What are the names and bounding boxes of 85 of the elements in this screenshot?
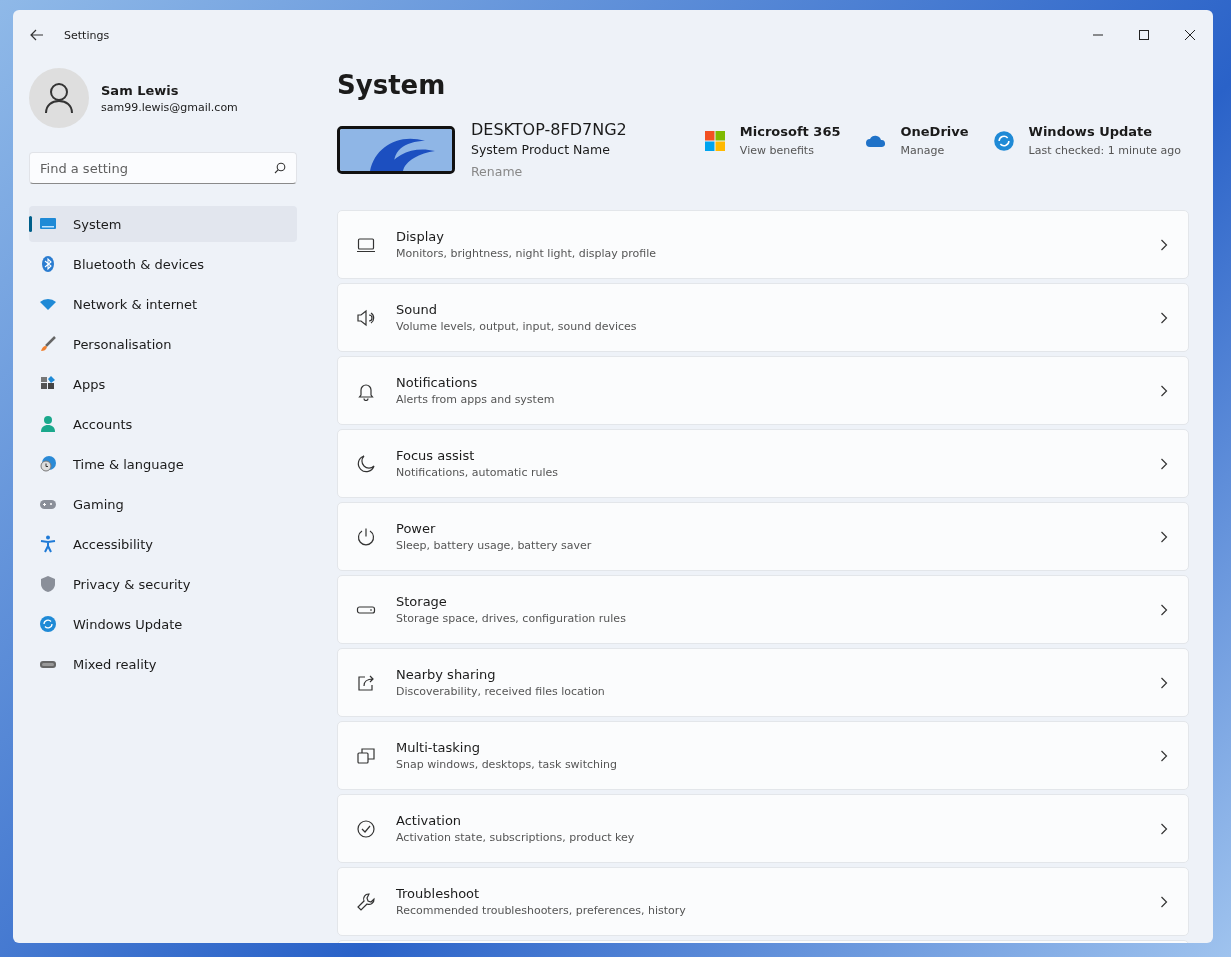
sidebar-item[interactable]: Windows Update	[29, 606, 297, 642]
chevron-right-icon	[1160, 238, 1168, 251]
chevron-right-icon	[1160, 384, 1168, 397]
setting-description: Notifications, automatic rules	[396, 466, 559, 479]
globe-clock-icon	[39, 455, 57, 473]
four-squares-icon	[703, 129, 726, 152]
chevron-right-icon	[1160, 530, 1168, 543]
sidebar-item[interactable]: Apps	[29, 366, 297, 402]
shield-icon	[39, 575, 57, 593]
setting-title: Power	[396, 521, 437, 536]
moon-icon	[356, 453, 376, 474]
close-icon[interactable]	[1184, 29, 1196, 41]
quick-link-title[interactable]: Windows Update	[1028, 124, 1181, 139]
maximize-icon[interactable]	[1138, 29, 1150, 41]
sidebar-item[interactable]: Gaming	[29, 486, 297, 522]
setting-title: Nearby sharing	[396, 667, 497, 682]
settings-card[interactable]: Storage Storage space, drives, configuration rules	[337, 575, 1189, 644]
setting-description: Sleep, battery usage, battery saver	[396, 539, 593, 552]
user-email: sam99.lewis@gmail.com	[101, 100, 238, 114]
settings-card[interactable]: Activation Activation state, subscriptions, product key	[337, 794, 1189, 863]
refresh-icon	[992, 129, 1015, 152]
sidebar-item[interactable]: Mixed reality	[29, 646, 297, 682]
brush-icon	[39, 335, 57, 353]
setting-description: Volume levels, output, input, sound devices	[396, 320, 638, 333]
sidebar-item[interactable]: Bluetooth & devices	[29, 246, 297, 282]
device-model: System Product Name	[471, 142, 611, 157]
sidebar-item[interactable]: Accounts	[29, 406, 297, 442]
chevron-right-icon	[1160, 895, 1168, 908]
chevron-right-icon	[1160, 749, 1168, 762]
sidebar-item[interactable]: Privacy & security	[29, 566, 297, 602]
quick-link-subtitle: Manage	[900, 144, 946, 157]
window-title: Settings	[64, 28, 110, 42]
settings-card[interactable]: Troubleshoot Recommended troubleshooters, preferences, history	[337, 867, 1189, 936]
setting-title: Multi-tasking	[396, 740, 481, 755]
setting-description: Discoverability, received files location	[396, 685, 606, 698]
search-field[interactable]: Find a setting	[29, 152, 297, 184]
search-icon	[274, 162, 286, 174]
sidebar-item[interactable]: Personalisation	[29, 326, 297, 362]
setting-title: Display	[396, 229, 445, 244]
cloud-icon	[864, 133, 887, 148]
back-arrow-icon[interactable]	[30, 29, 44, 41]
setting-title: Activation	[396, 813, 463, 828]
accessibility-icon	[39, 535, 57, 553]
sidebar-item[interactable]: System	[29, 206, 297, 242]
setting-description: Activation state, subscriptions, product key	[396, 831, 636, 844]
page-title: System	[337, 70, 447, 100]
sidebar-item[interactable]: Accessibility	[29, 526, 297, 562]
settings-card[interactable]: Focus assist Notifications, automatic rules	[337, 429, 1189, 498]
setting-description: Snap windows, desktops, task switching	[396, 758, 618, 771]
settings-card[interactable]: Display Monitors, brightness, night light, display profile	[337, 210, 1189, 279]
chevron-right-icon	[1160, 822, 1168, 835]
quick-link-subtitle: View benefits	[739, 144, 815, 157]
chevron-right-icon	[1160, 603, 1168, 616]
checkmark-icon	[356, 818, 376, 839]
chevron-right-icon	[1160, 457, 1168, 470]
sidebar-item[interactable]: Network & internet	[29, 286, 297, 322]
setting-title: Storage	[396, 594, 448, 609]
sidebar-item[interactable]: Time & language	[29, 446, 297, 482]
refresh-icon	[39, 615, 57, 633]
device-name: DESKTOP-8FD7NG2	[471, 120, 627, 139]
setting-title: Notifications	[396, 375, 479, 390]
settings-card[interactable]: Notifications Alerts from apps and system	[337, 356, 1189, 425]
user-name: Sam Lewis	[101, 82, 180, 98]
settings-card[interactable]: Sound Volume levels, output, input, sound devices	[337, 283, 1189, 352]
settings-card[interactable]: Nearby sharing Discoverability, received files location	[337, 648, 1189, 717]
chevron-right-icon	[1160, 676, 1168, 689]
windows-icon	[356, 745, 376, 766]
setting-title: Sound	[396, 302, 438, 317]
setting-description: Storage space, drives, configuration rules	[396, 612, 627, 625]
setting-description: Recommended troubleshooters, preferences, history	[396, 904, 687, 917]
speaker-icon	[356, 307, 376, 328]
settings-card[interactable]: Multi-tasking Snap windows, desktops, task switching	[337, 721, 1189, 790]
person-icon	[39, 415, 57, 433]
chevron-right-icon	[1160, 311, 1168, 324]
settings-card[interactable]: Power Sleep, battery usage, battery saver	[337, 502, 1189, 571]
setting-description: Monitors, brightness, night light, display profile	[396, 247, 658, 260]
bluetooth-icon	[39, 255, 57, 273]
setting-title: Troubleshoot	[396, 886, 481, 901]
quick-link-subtitle: Last checked: 1 minute ago	[1028, 144, 1181, 157]
quick-link-title[interactable]: Microsoft 365	[739, 124, 841, 139]
wrench-icon	[356, 891, 376, 912]
setting-title: Focus assist	[396, 448, 476, 463]
power-icon	[356, 526, 376, 547]
setting-description: Alerts from apps and system	[396, 393, 556, 406]
quick-link-title[interactable]: OneDrive	[900, 124, 969, 139]
